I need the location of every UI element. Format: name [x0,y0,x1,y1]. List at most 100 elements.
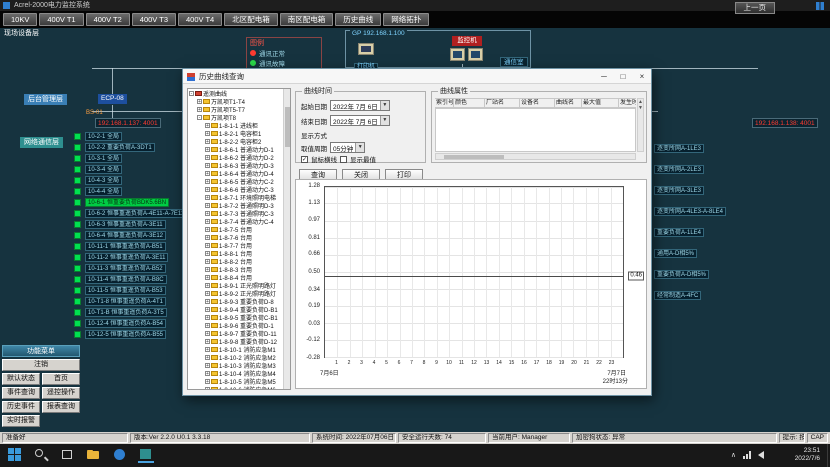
tree-toggle-icon[interactable]: + [205,195,210,200]
tree-toggle-icon[interactable]: + [205,219,210,224]
tree-toggle-icon[interactable]: + [205,171,210,176]
device-status-row[interactable]: 10-11-2 恒事重遥负荷A-3E11 [74,253,185,262]
column-header[interactable]: 索引号 [435,98,454,108]
device-status-row[interactable]: 10-4-4 全局 [74,187,185,196]
period-select[interactable]: 05分钟 ▼ [330,142,365,153]
screen-tab[interactable]: 400V T1 [39,13,83,26]
chart-plot[interactable]: 0.46 [324,186,624,358]
tree-toggle-icon[interactable]: + [205,291,210,296]
column-header[interactable]: 最大值 [582,98,619,108]
tree-toggle-icon[interactable]: + [205,371,210,376]
tree-toggle-icon[interactable]: + [205,275,210,280]
tree-toggle-icon[interactable]: + [205,299,210,304]
attr-horizontal-scrollbar[interactable] [435,153,636,160]
tree-toggle-icon[interactable]: + [205,187,210,192]
tray-expand-icon[interactable]: ∧ [731,451,736,459]
device-status-row[interactable]: 10-6-3 恒事重遥负荷A-3E11 [74,220,185,229]
app-grid-icon[interactable] [816,2,824,10]
network-icon[interactable] [743,451,751,459]
start-date-picker[interactable]: 2022年 7月 6日 ▼ [330,100,390,111]
tree-toggle-icon[interactable]: + [205,123,210,128]
screen-tab[interactable]: 北区配电箱 [224,13,278,26]
dropdown-arrow-icon[interactable]: ▼ [380,116,389,125]
function-menu-button[interactable]: 遥控操作 [42,387,80,399]
curve-attr-table[interactable] [435,108,636,152]
tree-item[interactable]: + 万凯项T5-T7 [188,105,290,113]
tree-toggle-icon[interactable]: + [205,315,210,320]
function-menu-button[interactable]: 默认状态 [2,373,40,385]
tree-toggle-icon[interactable]: + [205,235,210,240]
device-status-row[interactable]: 10-3-1 全局 [74,154,185,163]
device-status-row[interactable]: 10-12-4 恒事重遥负荷A-B54 [74,319,185,328]
function-menu-button[interactable]: 历史事件 [2,401,40,413]
screen-tab[interactable]: 历史曲线 [335,13,381,26]
screen-tab[interactable]: 南区配电箱 [280,13,334,26]
tree-toggle-icon[interactable]: + [205,307,210,312]
minimize-button[interactable]: ─ [595,69,613,84]
tree-toggle-icon[interactable]: + [205,379,210,384]
search-icon[interactable] [34,448,50,463]
maximize-button[interactable]: □ [614,69,632,84]
tree-toggle-icon[interactable]: + [205,203,210,208]
function-menu-button[interactable]: 实时报警 [2,415,40,427]
start-button[interactable] [8,448,24,463]
device-status-row[interactable]: 10-6-2 恒事重遥负荷A-4E11-A-7E11 [74,209,185,218]
column-header[interactable]: 曲线名 [555,98,582,108]
tree-toggle-icon[interactable]: + [205,251,210,256]
device-status-row[interactable]: 10-6-1 恒重要负荷BDK5.6BN [74,198,185,207]
mouse-crosshair-checkbox[interactable]: ✓ [301,156,308,163]
attr-vertical-scrollbar[interactable]: ▲▼ [637,98,644,152]
device-status-row[interactable]: 10-T1-8 恒事重遥负荷A-4T1 [74,297,185,306]
previous-page-button[interactable]: 上一页 [735,2,776,14]
tree-toggle-icon[interactable]: + [205,163,210,168]
tree-toggle-icon[interactable]: + [205,139,210,144]
tree-toggle-icon[interactable]: + [205,355,210,360]
column-header[interactable]: 颜色 [454,98,485,108]
screen-tab[interactable]: 网络拓扑 [383,13,429,26]
device-status-row[interactable]: 10-4-3 全局 [74,176,185,185]
tree-scrollbar-thumb[interactable] [285,107,290,147]
tree-toggle-icon[interactable]: + [205,387,210,391]
tree-toggle-icon[interactable]: + [197,99,202,104]
tree-toggle-icon[interactable]: + [205,339,210,344]
function-menu-button[interactable]: 报表查询 [42,401,80,413]
screen-tab[interactable]: 400V T2 [86,13,130,26]
tree-toggle-icon[interactable]: + [205,155,210,160]
tree-toggle-icon[interactable]: + [205,147,210,152]
screen-tab[interactable]: 400V T3 [132,13,176,26]
tree-toggle-icon[interactable]: - [197,115,202,120]
tree-toggle-icon[interactable]: + [205,227,210,232]
tree-toggle-icon[interactable]: + [205,363,210,368]
show-max-checkbox[interactable] [340,156,347,163]
task-view-icon[interactable] [60,448,76,463]
tree-toggle-icon[interactable]: + [205,179,210,184]
tree-toggle-icon[interactable]: + [205,243,210,248]
tree-item[interactable]: + 1-8-10-6 消防应急M6 [188,385,290,390]
attr-scrollbar-thumb[interactable] [444,155,504,159]
tree-toggle-icon[interactable]: + [205,259,210,264]
function-menu-button[interactable]: 事件查询 [2,387,40,399]
tree-toggle-icon[interactable]: + [205,331,210,336]
tree-toggle-icon[interactable]: + [205,347,210,352]
dialog-titlebar[interactable]: 历史曲线查询 ─ □ × [183,69,651,84]
device-status-row[interactable]: 10-11-4 恒事重遥负荷A-B8C [74,275,185,284]
column-header[interactable]: 发生时间 [619,98,636,108]
device-status-row[interactable]: 10-3-4 全局 [74,165,185,174]
tree-toggle-icon[interactable]: + [197,107,202,112]
end-date-picker[interactable]: 2022年 7月 6日 ▼ [330,115,390,126]
tree-toggle-icon[interactable]: + [205,323,210,328]
tree-toggle-icon[interactable]: - [189,91,194,96]
tree-toggle-icon[interactable]: + [205,211,210,216]
device-status-row[interactable]: 10-2-1 全局 [74,132,185,141]
screen-tab[interactable]: 400V T4 [178,13,222,26]
dropdown-arrow-icon[interactable]: ▼ [355,143,364,152]
column-header[interactable]: 厂站名 [485,98,520,108]
scada-app-icon[interactable] [138,448,154,463]
tree-toggle-icon[interactable]: + [205,283,210,288]
column-header[interactable]: 设备名 [520,98,555,108]
taskbar-clock[interactable]: 23:51 2022/7/6 [795,447,820,463]
device-status-row[interactable]: 10-6-4 恒事重遥负荷A-3E12 [74,231,185,240]
device-status-row[interactable]: 10-12-5 恒事重遥负荷A-B55 [74,330,185,339]
browser-app-icon[interactable] [112,448,128,463]
tree-toggle-icon[interactable]: + [205,267,210,272]
